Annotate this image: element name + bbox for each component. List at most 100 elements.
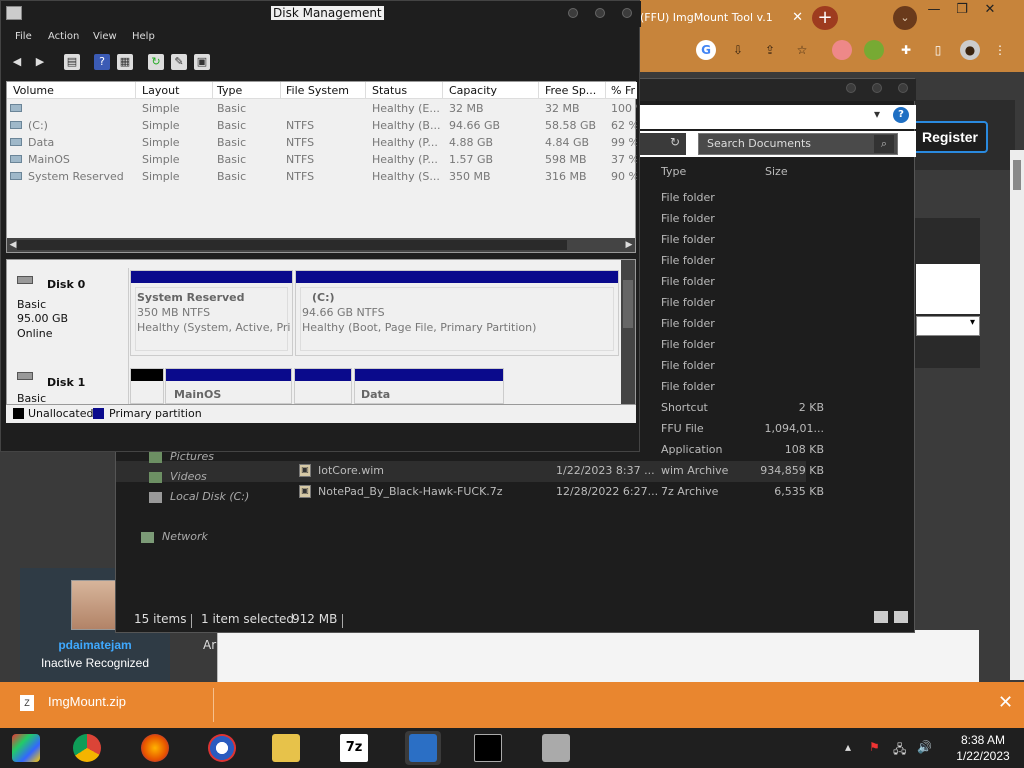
scroll-thumb[interactable] bbox=[1013, 160, 1021, 190]
restore-button[interactable]: ❐ bbox=[948, 2, 976, 17]
cmd-icon[interactable] bbox=[470, 731, 506, 765]
partition-c-drive[interactable]: (C:) 94.66 GB NTFS Healthy (Boot, Page F… bbox=[295, 270, 619, 356]
chevron-up-icon[interactable]: ▴ bbox=[845, 740, 851, 754]
puzzle-icon[interactable]: ✚ bbox=[896, 40, 916, 60]
minimize-icon[interactable] bbox=[568, 8, 578, 18]
username[interactable]: pdaimatejam bbox=[20, 638, 170, 652]
col-layout[interactable]: Layout bbox=[142, 84, 179, 99]
divider[interactable] bbox=[605, 82, 606, 99]
divider[interactable] bbox=[135, 82, 136, 99]
download-item[interactable]: Z ImgMount.zip bbox=[20, 694, 126, 711]
chrome-icon[interactable] bbox=[69, 731, 105, 765]
column-type[interactable]: Type bbox=[661, 165, 686, 178]
divider[interactable] bbox=[442, 82, 443, 99]
extension-flag-icon[interactable] bbox=[832, 40, 852, 60]
col-filesystem[interactable]: File System bbox=[286, 84, 349, 99]
settings-icon[interactable]: ▣ bbox=[194, 54, 210, 70]
dropdown-chevron-icon[interactable]: ▾ bbox=[916, 316, 980, 336]
firefox-icon[interactable] bbox=[137, 731, 173, 765]
control-panel-icon[interactable] bbox=[405, 731, 441, 765]
col-status[interactable]: Status bbox=[372, 84, 407, 99]
menu-help[interactable]: Help bbox=[132, 31, 155, 42]
extension-avatar-icon[interactable] bbox=[864, 40, 884, 60]
disk-manager-icon[interactable] bbox=[538, 731, 574, 765]
tab-close-icon[interactable]: ✕ bbox=[792, 10, 803, 25]
network-icon[interactable]: 🖧 bbox=[893, 740, 906, 761]
bookmark-star-icon[interactable]: ☆ bbox=[792, 40, 812, 60]
col-capacity[interactable]: Capacity bbox=[449, 84, 497, 99]
scroll-thumb[interactable] bbox=[623, 280, 633, 328]
col-percent-free[interactable]: % Fr bbox=[611, 84, 637, 99]
refresh-icon[interactable]: ↻ bbox=[665, 135, 685, 153]
col-type[interactable]: Type bbox=[217, 84, 242, 99]
7zip-icon[interactable]: 7z bbox=[336, 731, 372, 765]
new-tab-button[interactable]: + bbox=[812, 6, 838, 30]
col-volume[interactable]: Volume bbox=[13, 84, 54, 99]
col-free-space[interactable]: Free Sp... bbox=[545, 84, 596, 99]
clock[interactable]: 8:38 AM 1/22/2023 bbox=[948, 732, 1018, 764]
file-explorer-icon[interactable] bbox=[268, 731, 304, 765]
menu-file[interactable]: File bbox=[15, 31, 32, 42]
details-view-icon[interactable] bbox=[874, 611, 888, 623]
search-icon[interactable]: ⌕ bbox=[874, 135, 894, 153]
close-icon[interactable] bbox=[898, 83, 908, 93]
search-input[interactable]: Search Documents bbox=[698, 133, 898, 155]
forward-arrow-icon[interactable]: ▶ bbox=[32, 54, 48, 70]
horizontal-scrollbar[interactable]: ◀ ▶ bbox=[7, 238, 635, 252]
help-icon[interactable]: ? bbox=[94, 54, 110, 70]
partition-mainos[interactable]: MainOS bbox=[165, 368, 292, 404]
minimize-button[interactable]: — bbox=[920, 2, 948, 17]
table-row[interactable]: Data Simple Basic NTFS Healthy (P... 4.88 GB 4… bbox=[7, 134, 637, 151]
nav-network[interactable]: Network bbox=[141, 530, 208, 543]
vertical-scrollbar[interactable] bbox=[621, 260, 635, 404]
maximize-icon[interactable] bbox=[872, 83, 882, 93]
nav-local-disk[interactable]: Local Disk (C:) bbox=[149, 490, 249, 503]
maximize-icon[interactable] bbox=[595, 8, 605, 18]
divider[interactable] bbox=[365, 82, 366, 99]
action-center-icon[interactable]: ⚑ bbox=[869, 740, 880, 754]
divider[interactable] bbox=[538, 82, 539, 99]
menu-action[interactable]: Action bbox=[48, 31, 79, 42]
table-row[interactable]: (C:) Simple Basic NTFS Healthy (B... 94.66 GB… bbox=[7, 117, 637, 134]
disk-1-label[interactable]: Disk 1 Basic bbox=[7, 364, 129, 405]
tab-imgmount[interactable]: (FFU) ImgMount Tool v.1 ✕ bbox=[640, 3, 805, 33]
profile-icon[interactable]: ● bbox=[960, 40, 980, 60]
table-row[interactable]: MainOS Simple Basic NTFS Healthy (P... 1.57 G… bbox=[7, 151, 637, 168]
preview-view-icon[interactable] bbox=[894, 611, 908, 623]
table-row[interactable]: Simple Basic Healthy (E... 32 MB 32 MB 100 % bbox=[7, 100, 637, 117]
help-icon[interactable]: ? bbox=[893, 107, 909, 123]
nav-videos[interactable]: Videos bbox=[149, 470, 207, 483]
scroll-thumb[interactable] bbox=[17, 240, 567, 250]
chevron-down-icon[interactable]: ⌄ bbox=[893, 6, 917, 30]
back-arrow-icon[interactable]: ◀ bbox=[9, 54, 25, 70]
menu-view[interactable]: View bbox=[93, 31, 117, 42]
console-tree-icon[interactable]: ▤ bbox=[64, 54, 80, 70]
file-row-iotcore[interactable]: ▣ IotCore.wim 1/22/2023 8:37 ... wim Arc… bbox=[116, 461, 824, 482]
close-icon[interactable]: ✕ bbox=[998, 692, 1013, 713]
close-icon[interactable] bbox=[622, 8, 632, 18]
rescan-icon[interactable]: ✎ bbox=[171, 54, 187, 70]
volume-icon[interactable]: 🔊 bbox=[917, 740, 932, 754]
disk-0-label[interactable]: Disk 0 Basic 95.00 GB Online bbox=[7, 268, 129, 366]
register-button[interactable]: Register bbox=[912, 121, 988, 153]
partition-efi[interactable] bbox=[294, 368, 352, 404]
partition-unallocated[interactable] bbox=[130, 368, 164, 404]
partition-data[interactable]: Data bbox=[354, 368, 504, 404]
close-button[interactable]: ✕ bbox=[976, 2, 1004, 17]
share-icon[interactable]: ⇪ bbox=[760, 40, 780, 60]
sidepanel-icon[interactable]: ▯ bbox=[928, 40, 948, 60]
refresh-icon[interactable]: ↻ bbox=[148, 54, 164, 70]
partition-system-reserved[interactable]: System Reserved 350 MB NTFS Healthy (Sys… bbox=[130, 270, 293, 356]
divider[interactable] bbox=[280, 82, 281, 99]
properties-icon[interactable]: ▦ bbox=[117, 54, 133, 70]
divider[interactable] bbox=[212, 82, 213, 99]
chevron-down-icon[interactable]: ▾ bbox=[874, 107, 880, 121]
column-size[interactable]: Size bbox=[765, 165, 788, 178]
browser-icon[interactable] bbox=[204, 731, 240, 765]
avatar[interactable] bbox=[71, 580, 117, 630]
winrar-icon[interactable] bbox=[8, 731, 44, 765]
page-scrollbar[interactable] bbox=[1010, 150, 1024, 680]
scroll-right-icon[interactable]: ▶ bbox=[623, 238, 635, 252]
table-row[interactable]: System Reserved Simple Basic NTFS Healthy (S… bbox=[7, 168, 637, 185]
google-icon[interactable]: G bbox=[696, 40, 716, 60]
